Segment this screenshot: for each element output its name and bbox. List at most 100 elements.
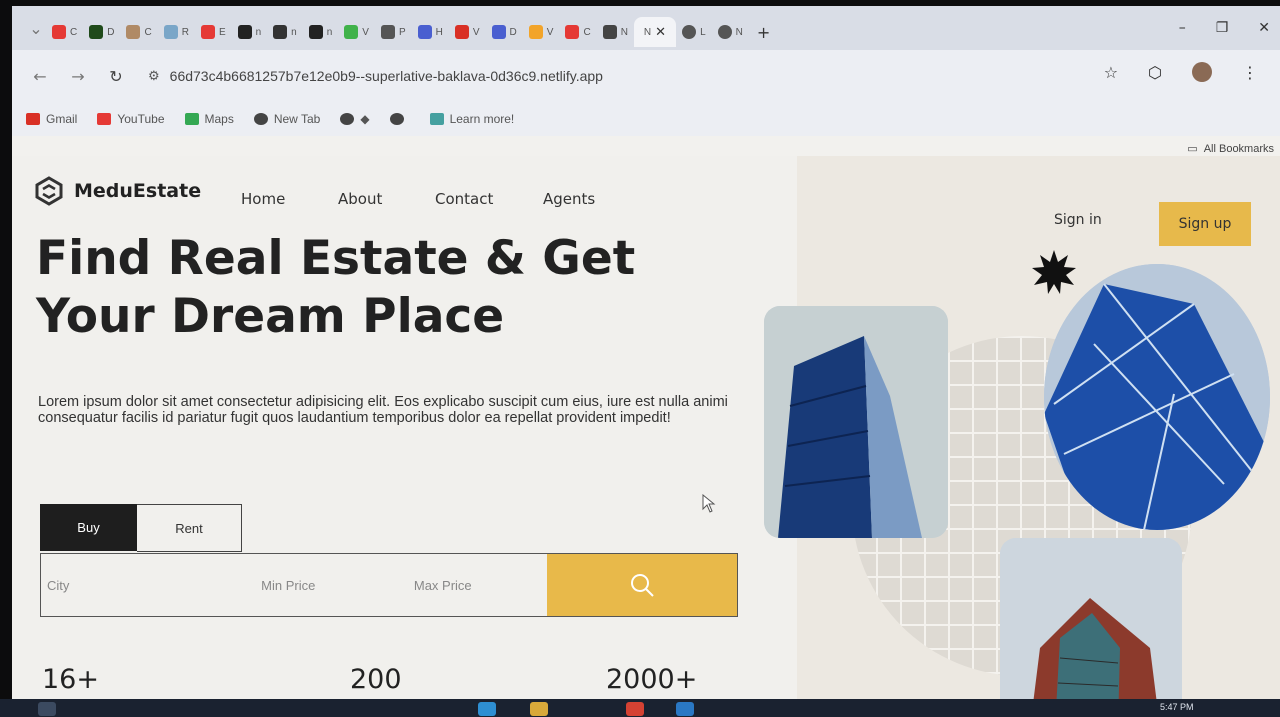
cookie-icon	[126, 25, 141, 39]
active-tab[interactable]: N ✕	[633, 17, 677, 47]
bookmark-item[interactable]: New Tab	[253, 112, 320, 126]
profile-avatar[interactable]	[1192, 62, 1212, 82]
new-tab-icon[interactable]: +	[757, 23, 770, 42]
browser-tab[interactable]: N	[597, 17, 634, 47]
browser-tab[interactable]: L	[676, 17, 712, 47]
browser-tab[interactable]: N	[712, 17, 749, 47]
bookmark-label: Gmail	[46, 112, 78, 126]
mouse-cursor-icon	[702, 494, 716, 513]
play-icon	[344, 25, 359, 39]
bookmark-star-icon[interactable]: ☆	[1104, 63, 1118, 82]
address-bar-row: ← → ↻ ⚙ 66d73c4b6681257b7e12e0b9--superl…	[12, 50, 1280, 102]
browser-tab[interactable]: n	[232, 17, 268, 47]
stat-value: 2000+	[606, 664, 698, 695]
browser-tab[interactable]: C	[120, 17, 157, 47]
active-tab-label: N	[643, 26, 652, 38]
globe-icon	[717, 25, 732, 39]
browser-tab[interactable]: n	[267, 17, 303, 47]
back-icon[interactable]: ←	[30, 67, 50, 86]
browser-tab[interactable]: R	[158, 17, 195, 47]
taskbar-clock: 5:47 PM	[1160, 702, 1194, 712]
chrome-icon[interactable]	[626, 702, 644, 716]
browser-tab[interactable]: P	[375, 17, 412, 47]
vscode-icon[interactable]	[676, 702, 694, 716]
search-button[interactable]	[546, 554, 737, 616]
browser-tab[interactable]: V	[523, 17, 560, 47]
tab-label: E	[218, 26, 226, 38]
bookmark-label: YouTube	[117, 112, 165, 126]
url-text: 66d73c4b6681257b7e12e0b9--superlative-ba…	[169, 68, 603, 84]
globe-icon	[253, 113, 268, 125]
minimize-icon[interactable]: –	[1179, 20, 1186, 36]
forward-icon[interactable]: →	[68, 67, 88, 86]
globe-icon	[340, 113, 355, 125]
bookmark-item[interactable]: Gmail	[26, 112, 77, 126]
menu-icon[interactable]: ⋮	[1242, 63, 1258, 82]
tab-strip: ⌄ C D C R En n n V P H V D V C N N ✕ L N + – ❐ ✕	[12, 6, 1280, 50]
search-icon	[630, 574, 654, 597]
github-icon	[237, 25, 252, 39]
sparkle-icon	[429, 113, 444, 125]
tab-label: L	[700, 26, 706, 38]
tab-label: H	[435, 26, 443, 38]
site-logo[interactable]: MeduEstate	[34, 176, 201, 206]
extensions-icon[interactable]: ⬡	[1148, 63, 1162, 82]
explorer-icon[interactable]	[530, 702, 548, 716]
all-bookmarks[interactable]: ▭ All Bookmarks	[1187, 142, 1274, 156]
globe-icon	[163, 25, 178, 39]
tab-label: N	[620, 26, 628, 38]
browser-tab[interactable]: D	[83, 17, 120, 47]
city-field[interactable]: City	[41, 554, 255, 616]
bookmark-item[interactable]: YouTube	[97, 112, 165, 126]
url-bar[interactable]: ⚙ 66d73c4b6681257b7e12e0b9--superlative-…	[148, 59, 1100, 93]
close-tab-icon[interactable]: ✕	[655, 24, 666, 40]
browser-tab[interactable]: E	[195, 17, 232, 47]
close-window-icon[interactable]: ✕	[1258, 20, 1270, 36]
nav-home[interactable]: Home	[241, 190, 338, 208]
monitor-screen: ⌄ C D C R En n n V P H V D V C N N ✕ L N + – ❐ ✕ ← → ↻ …	[12, 6, 1280, 700]
circle-icon	[602, 25, 617, 39]
stat-value: 200	[350, 664, 402, 695]
tab-buy[interactable]: Buy	[40, 504, 137, 551]
maximize-icon[interactable]: ❐	[1216, 20, 1229, 36]
sign-in-link[interactable]: Sign in	[1054, 212, 1102, 228]
bookmark-item[interactable]: Learn more!	[429, 112, 515, 126]
max-price-field[interactable]: Max Price	[408, 554, 547, 616]
tab-label: D	[509, 26, 517, 38]
nav-agents[interactable]: Agents	[543, 190, 595, 208]
start-icon[interactable]	[38, 702, 56, 716]
globe-icon	[389, 113, 404, 125]
tab-label: V	[362, 26, 369, 38]
tab-label: n	[326, 26, 333, 38]
tab-search-icon[interactable]: ⌄	[26, 19, 46, 38]
hero-title: Find Real Estate & Get Your Dream Place	[36, 231, 636, 344]
tab-rent[interactable]: Rent	[137, 504, 242, 552]
reload-icon[interactable]: ↻	[106, 67, 126, 86]
browser-tab[interactable]: C	[559, 17, 596, 47]
browser-tab[interactable]: D	[486, 17, 523, 47]
sign-up-button[interactable]: Sign up	[1159, 202, 1251, 246]
globe-icon	[682, 25, 697, 39]
bookmark-label: Learn more!	[449, 112, 515, 126]
browser-tab[interactable]: n	[303, 17, 339, 47]
tab-label: P	[398, 26, 406, 38]
edge-icon[interactable]	[478, 702, 496, 716]
browser-tab[interactable]: C	[46, 17, 83, 47]
tab-label: D	[107, 26, 115, 38]
bookmark-item[interactable]	[389, 113, 410, 125]
globe-icon	[380, 25, 395, 39]
tab-label: n	[255, 26, 262, 38]
v-icon	[528, 25, 543, 39]
bookmark-label: Maps	[204, 112, 234, 126]
browser-tab[interactable]: V	[449, 17, 486, 47]
bookmark-item[interactable]: ◆	[340, 112, 370, 126]
gmail-icon	[454, 25, 469, 39]
main-nav: Home About Contact Agents	[241, 190, 595, 208]
site-info-icon[interactable]: ⚙	[148, 68, 160, 84]
browser-tab[interactable]: H	[412, 17, 449, 47]
min-price-field[interactable]: Min Price	[255, 554, 408, 616]
bookmark-item[interactable]: Maps	[184, 112, 234, 126]
nav-about[interactable]: About	[338, 190, 435, 208]
nav-contact[interactable]: Contact	[435, 190, 543, 208]
browser-tab[interactable]: V	[338, 17, 375, 47]
